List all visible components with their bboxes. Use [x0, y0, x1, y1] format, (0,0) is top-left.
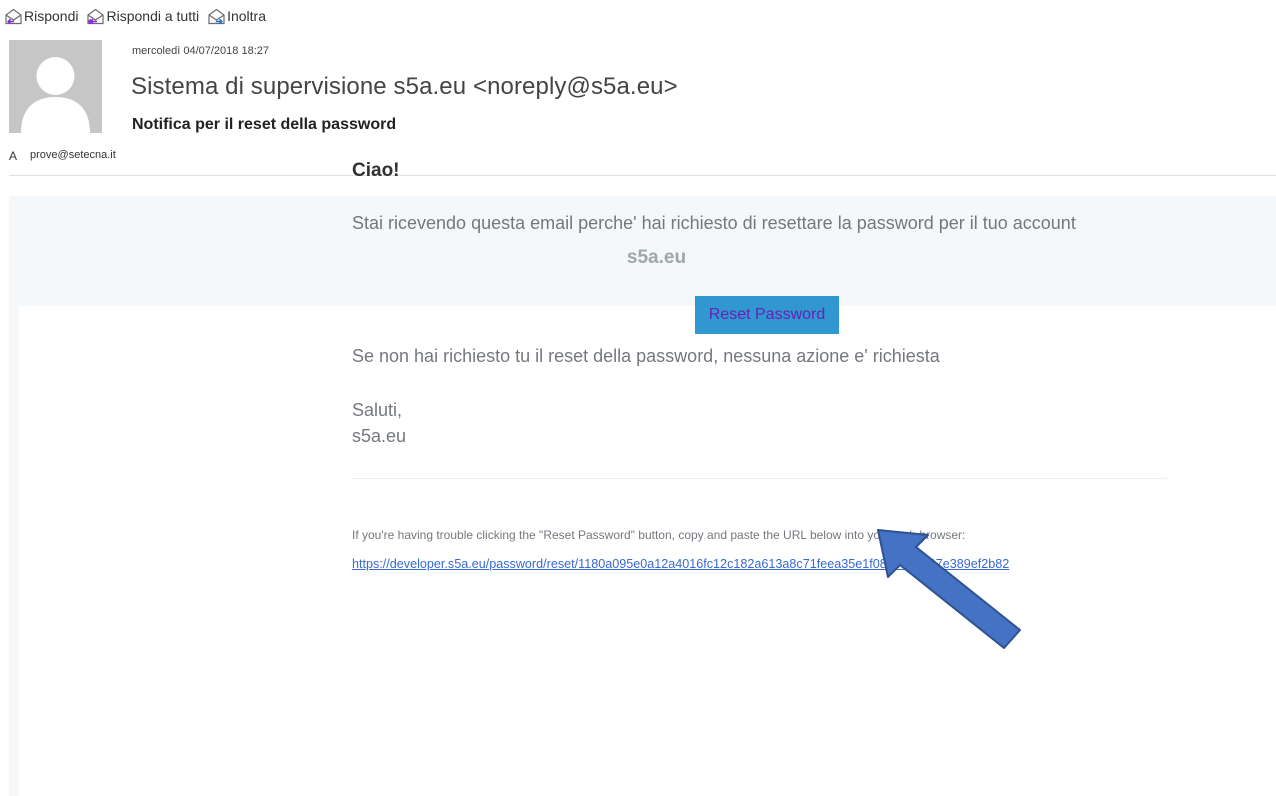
- recipient-row: A prove@setecna.it: [9, 149, 116, 163]
- reply-all-label: Rispondi a tutti: [106, 8, 200, 24]
- message-toolbar: Rispondi Rispondi a tutti Inoltra: [4, 6, 274, 26]
- subcopy-divider: [352, 478, 1167, 479]
- sender-name[interactable]: Sistema di supervisione s5a.eu <noreply@…: [131, 73, 678, 101]
- reply-all-button[interactable]: Rispondi a tutti: [86, 8, 199, 25]
- forward-label: Inoltra: [227, 8, 267, 24]
- subcopy-text: If you're having trouble clicking the "R…: [352, 528, 966, 542]
- message-date: mercoledì 04/07/2018 18:27: [132, 45, 269, 57]
- signature-name: s5a.eu: [352, 426, 407, 446]
- email-intro: Stai ricevendo questa email perche' hai …: [352, 213, 1076, 233]
- email-outro: Se non hai richiesto tu il reset della p…: [352, 346, 940, 366]
- email-card: [19, 306, 1276, 796]
- reply-icon: [5, 8, 22, 24]
- reply-all-icon: [87, 8, 105, 24]
- button-row: Reset Password: [352, 296, 1182, 334]
- recipient-address[interactable]: prove@setecna.it: [30, 149, 116, 163]
- reply-label: Rispondi: [24, 8, 79, 24]
- email-greeting: Ciao!: [352, 160, 400, 181]
- header-divider: [9, 175, 1276, 176]
- person-icon: [9, 40, 102, 133]
- reply-button[interactable]: Rispondi: [4, 8, 78, 25]
- forward-icon: [208, 8, 225, 24]
- email-signature: Saluti, s5a.eu: [352, 397, 406, 449]
- salutation: Saluti,: [352, 400, 403, 420]
- reset-password-button[interactable]: Reset Password: [694, 296, 840, 334]
- sender-avatar: [9, 40, 102, 133]
- email-brand[interactable]: s5a.eu: [9, 247, 1276, 269]
- forward-button[interactable]: Inoltra: [207, 8, 266, 25]
- message-subject: Notifica per il reset della password: [132, 116, 397, 133]
- reset-url-link[interactable]: https://developer.s5a.eu/password/reset/…: [352, 557, 1009, 571]
- to-label: A: [9, 149, 18, 163]
- email-body: s5a.eu: [9, 196, 1276, 796]
